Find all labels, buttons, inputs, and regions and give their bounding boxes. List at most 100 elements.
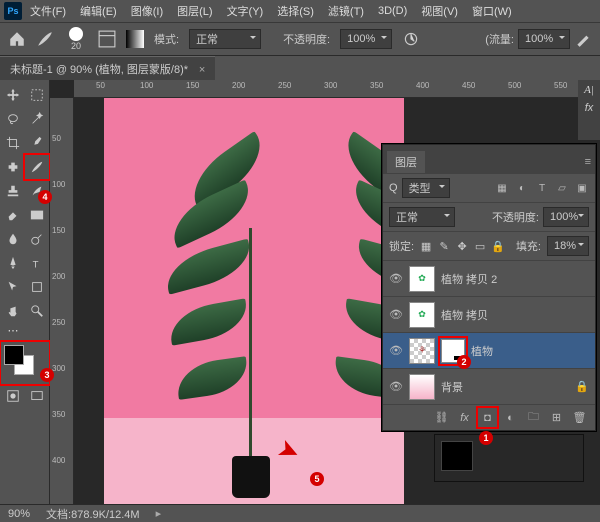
menu-type[interactable]: 文字(Y): [221, 1, 270, 21]
airbrush-icon[interactable]: [574, 30, 592, 48]
visibility-icon[interactable]: 👁: [389, 380, 403, 393]
group-icon[interactable]: 🗀: [526, 410, 541, 425]
screenmode-tool[interactable]: [26, 385, 48, 407]
visibility-icon[interactable]: 👁: [389, 308, 403, 321]
lock-nest-icon[interactable]: ▭: [474, 240, 486, 252]
blur-tool[interactable]: [2, 228, 24, 250]
zoom-tool[interactable]: [26, 300, 48, 322]
styles-panel-icon[interactable]: fx: [585, 102, 594, 114]
toolbox: T ⋯: [0, 80, 50, 504]
heal-tool[interactable]: [2, 156, 24, 178]
pressure-opacity-icon[interactable]: [402, 30, 420, 48]
menu-layer[interactable]: 图层(L): [171, 1, 218, 21]
menu-select[interactable]: 选择(S): [271, 1, 320, 21]
brush-preview[interactable]: 20: [64, 27, 88, 51]
foreground-swatch[interactable]: [4, 345, 24, 365]
hand-tool[interactable]: [2, 300, 24, 322]
menu-file[interactable]: 文件(F): [24, 1, 72, 21]
layer-name: 植物: [471, 343, 493, 359]
annotation-1: 1: [479, 431, 493, 445]
pen-tool[interactable]: [2, 252, 24, 274]
filter-smart-icon[interactable]: ▣: [575, 181, 589, 195]
move-tool[interactable]: [2, 84, 24, 106]
layers-tab[interactable]: 图层: [387, 151, 425, 173]
lock-pos-icon[interactable]: ✥: [456, 240, 468, 252]
eyedropper-tool[interactable]: [26, 132, 48, 154]
character-panel-icon[interactable]: A|: [584, 84, 594, 96]
marquee-tool[interactable]: [26, 84, 48, 106]
more-tool[interactable]: ⋯: [2, 324, 24, 337]
doc-info[interactable]: 文档:878.9K/12.4M: [46, 506, 140, 522]
panel-menu-icon[interactable]: ≡: [585, 156, 591, 168]
document-tab[interactable]: 未标题-1 @ 90% (植物, 图层蒙版/8)* ×: [0, 56, 215, 81]
stamp-tool[interactable]: [2, 180, 24, 202]
filter-pixel-icon[interactable]: ▦: [495, 181, 509, 195]
layer-blend-select[interactable]: 正常: [389, 207, 455, 227]
menu-3d[interactable]: 3D(D): [372, 3, 413, 19]
document-canvas[interactable]: ➤ 5: [104, 98, 404, 504]
lock-all-icon[interactable]: 🔒: [492, 240, 504, 252]
layer-row[interactable]: 👁 ✿ 植物 拷贝 2: [383, 260, 595, 296]
fx-icon[interactable]: fx: [457, 410, 472, 425]
blend-mode-select[interactable]: 正常: [189, 29, 261, 49]
add-mask-icon[interactable]: ◘: [480, 410, 495, 425]
filter-type-icon[interactable]: T: [535, 181, 549, 195]
flow-label: (流量:: [485, 31, 514, 47]
gradient-tool[interactable]: [26, 204, 48, 226]
adjustment-layer-icon[interactable]: ◐: [503, 410, 518, 425]
layer-row[interactable]: 👁 背景 🔒: [383, 368, 595, 404]
delete-layer-icon[interactable]: 🗑: [572, 410, 587, 425]
filter-kind-select[interactable]: 类型: [402, 178, 450, 198]
brush-tool-icon[interactable]: [36, 30, 54, 48]
crop-tool[interactable]: [2, 132, 24, 154]
doc-info-more-icon[interactable]: ▸: [156, 507, 162, 520]
layers-panel: 图层 ≡ Q 类型 ▦ ◐ T ▱ ▣ 正常 不透明度: 100%: [382, 144, 596, 431]
floating-preview[interactable]: 1: [434, 434, 584, 482]
ruler-v-tick: 150: [52, 226, 65, 235]
canvas-area: 50 100 150 200 250 300 350 400 450 500 5…: [50, 80, 600, 504]
menu-filter[interactable]: 滤镜(T): [322, 1, 370, 21]
brush-tool[interactable]: [26, 156, 48, 178]
new-layer-icon[interactable]: ⊞: [549, 410, 564, 425]
blend-mode-value: 正常: [196, 31, 218, 47]
brush-panel-icon[interactable]: [98, 30, 116, 48]
layer-row[interactable]: 👁 ✿ 植物 拷贝: [383, 296, 595, 332]
zoom-readout[interactable]: 90%: [8, 508, 30, 520]
quickmask-tool[interactable]: [2, 385, 24, 407]
lasso-tool[interactable]: [2, 108, 24, 130]
layer-row-selected[interactable]: 👁 ⚘ 植物 2: [383, 332, 595, 368]
layer-thumb[interactable]: ⚘: [409, 338, 435, 364]
menu-image[interactable]: 图像(I): [125, 1, 169, 21]
flow-select[interactable]: 100%: [518, 29, 570, 49]
link-layers-icon[interactable]: ⛓: [434, 410, 449, 425]
fill-select[interactable]: 18%: [547, 236, 589, 256]
gradient-icon[interactable]: [126, 30, 144, 48]
annotation-5: 5: [310, 472, 324, 486]
filter-adjust-icon[interactable]: ◐: [515, 181, 529, 195]
dodge-tool[interactable]: [26, 228, 48, 250]
brush-size-value: 20: [71, 41, 81, 51]
layer-thumb[interactable]: ✿: [409, 266, 435, 292]
opacity-select[interactable]: 100%: [340, 29, 392, 49]
menu-view[interactable]: 视图(V): [415, 1, 464, 21]
shape-tool[interactable]: [26, 276, 48, 298]
layer-opacity-select[interactable]: 100%: [543, 207, 589, 227]
visibility-icon[interactable]: 👁: [389, 344, 403, 357]
lock-trans-icon[interactable]: ▦: [420, 240, 432, 252]
home-icon[interactable]: [8, 30, 26, 48]
wand-tool[interactable]: [26, 108, 48, 130]
lock-paint-icon[interactable]: ✎: [438, 240, 450, 252]
type-tool[interactable]: T: [26, 252, 48, 274]
layer-thumb[interactable]: ✿: [409, 302, 435, 328]
menu-bar: Ps 文件(F) 编辑(E) 图像(I) 图层(L) 文字(Y) 选择(S) 滤…: [0, 0, 600, 22]
path-select-tool[interactable]: [2, 276, 24, 298]
ruler-h-tick: 100: [140, 81, 153, 90]
close-tab-icon[interactable]: ×: [199, 64, 205, 76]
ruler-horizontal: 50 100 150 200 250 300 350 400 450 500 5…: [74, 80, 600, 98]
eraser-tool[interactable]: [2, 204, 24, 226]
visibility-icon[interactable]: 👁: [389, 272, 403, 285]
menu-window[interactable]: 窗口(W): [466, 1, 518, 21]
layer-thumb[interactable]: [409, 374, 435, 400]
menu-edit[interactable]: 编辑(E): [74, 1, 123, 21]
filter-shape-icon[interactable]: ▱: [555, 181, 569, 195]
